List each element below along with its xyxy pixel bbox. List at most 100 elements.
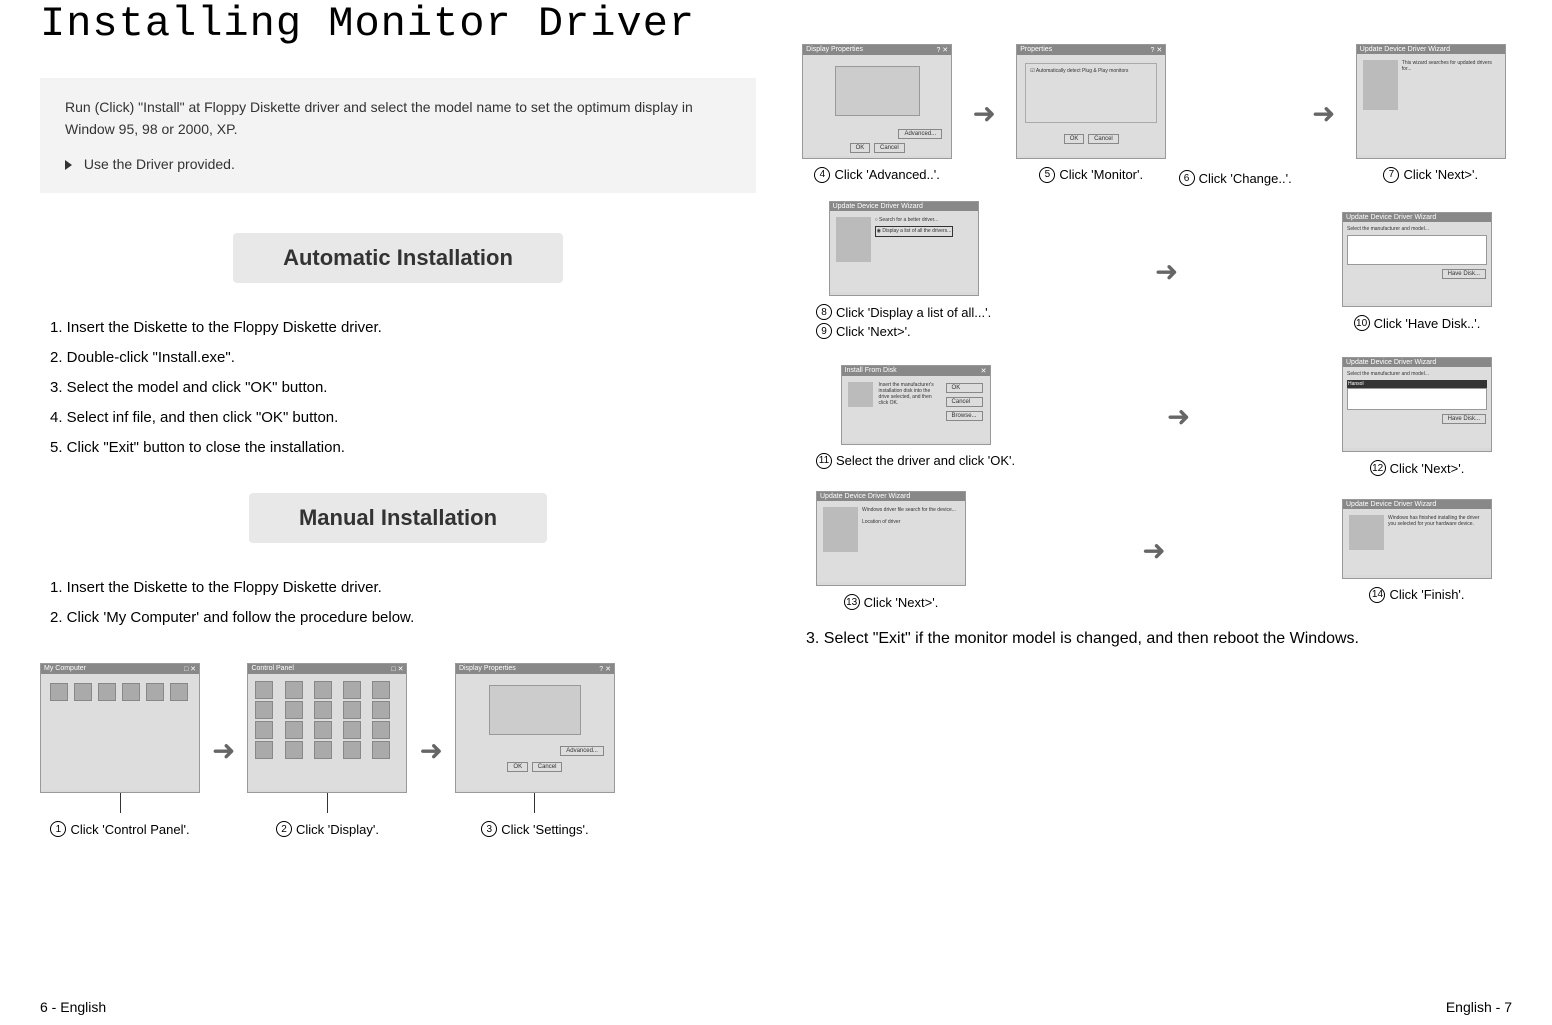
wizard-icon <box>1363 60 1398 110</box>
monitor-icon <box>835 66 920 116</box>
right-page: Display Properties? ✕ Advanced... OK Can… <box>796 0 1512 1025</box>
step-number: 10 <box>1354 315 1370 331</box>
caption: Click 'Next>'. <box>1390 461 1465 476</box>
step: 1. Insert the Diskette to the Floppy Dis… <box>50 573 756 603</box>
page-number-left: 6 - English <box>40 999 106 1015</box>
step-number: 9 <box>816 323 832 339</box>
folder-icon <box>122 683 140 701</box>
caption: Click 'Display a list of all...'. <box>836 305 991 320</box>
step: 5. Click "Exit" button to close the inst… <box>50 433 756 463</box>
shot-block-7: Update Device Driver Wizard This wizard … <box>1356 44 1506 183</box>
folder-icon <box>98 683 116 701</box>
folder-icon <box>170 683 188 701</box>
caption: Click 'Display'. <box>296 822 379 837</box>
shot-block-11: Install From Disk✕ Insert the manufactur… <box>816 365 1015 469</box>
screenshot-wizard-ready: Update Device Driver Wizard Windows driv… <box>816 491 966 586</box>
step: 3. Select the model and click "OK" butto… <box>50 373 756 403</box>
triangle-icon <box>65 160 72 170</box>
arrow-icon: ➜ <box>1151 255 1182 288</box>
step-number: 11 <box>816 453 832 469</box>
caption: Click 'Finish'. <box>1389 587 1464 602</box>
shot-block-10: Update Device Driver Wizard Select the m… <box>1342 212 1492 331</box>
caption: Click 'Have Disk..'. <box>1374 316 1481 331</box>
shot-block-6: 6 Click 'Change..'. <box>1179 40 1292 186</box>
shot-block-1: My Computer□ ✕ 1 <box>40 663 200 837</box>
folder-icon <box>146 683 164 701</box>
caption: Click 'Next>'. <box>836 324 911 339</box>
step-number: 8 <box>816 304 832 320</box>
screenshot-my-computer: My Computer□ ✕ <box>40 663 200 793</box>
caption: Click 'Change..'. <box>1199 171 1292 186</box>
arrow-icon: ➜ <box>208 734 239 767</box>
cpl-icon <box>255 681 273 699</box>
caption: Select the driver and click 'OK'. <box>836 453 1015 468</box>
screenshot-wizard-select-driver: Update Device Driver Wizard Select the m… <box>1342 357 1492 452</box>
shot-block-2: Control Panel□ ✕ 2 Click 'Display'. <box>247 663 407 837</box>
folder-icon <box>50 683 68 701</box>
shot-block-13: Update Device Driver Wizard Windows driv… <box>816 491 966 610</box>
screenshot-display-props-settings: Display Properties? ✕ Advanced... OK Can… <box>802 44 952 159</box>
monitor-icon <box>489 685 580 735</box>
left-page: Installing Monitor Driver Run (Click) "I… <box>40 0 756 1025</box>
shot-block-12: Update Device Driver Wizard Select the m… <box>1342 357 1492 476</box>
step: 2. Double-click "Install.exe". <box>50 343 756 373</box>
step-number: 4 <box>814 167 830 183</box>
page-number-right: English - 7 <box>1446 999 1512 1015</box>
caption: Click 'Settings'. <box>501 822 588 837</box>
section-header-manual: Manual Installation <box>40 493 756 543</box>
final-step: 3. Select "Exit" if the monitor model is… <box>796 630 1512 648</box>
screenshot-wizard-start: Update Device Driver Wizard This wizard … <box>1356 44 1506 159</box>
step-number: 12 <box>1370 460 1386 476</box>
step-number: 14 <box>1369 587 1385 603</box>
intro-line-2: Use the Driver provided. <box>65 153 731 175</box>
step: 2. Click 'My Computer' and follow the pr… <box>50 603 756 633</box>
shot-block-5: Properties? ✕ ☑ Automatically detect Plu… <box>1016 44 1166 183</box>
screenshot-advanced-properties: Properties? ✕ ☑ Automatically detect Plu… <box>1016 44 1166 159</box>
shot-block-4: Display Properties? ✕ Advanced... OK Can… <box>802 44 952 183</box>
intro-line-1: Run (Click) "Install" at Floppy Diskette… <box>65 96 731 141</box>
wizard-icon <box>1349 515 1384 550</box>
step-number: 7 <box>1383 167 1399 183</box>
manual-steps: 1. Insert the Diskette to the Floppy Dis… <box>40 573 756 633</box>
step-number: 3 <box>481 821 497 837</box>
shot-block-89: Update Device Driver Wizard ○ Search for… <box>816 201 991 342</box>
arrow-icon: ➜ <box>415 734 446 767</box>
intro-box: Run (Click) "Install" at Floppy Diskette… <box>40 78 756 193</box>
disk-icon <box>848 382 873 407</box>
automatic-steps: 1. Insert the Diskette to the Floppy Dis… <box>40 313 756 463</box>
caption: Click 'Next>'. <box>864 595 939 610</box>
screenshot-wizard-finish: Update Device Driver Wizard Windows has … <box>1342 499 1492 579</box>
arrow-icon: ➜ <box>968 97 999 130</box>
wizard-icon <box>836 217 871 262</box>
right-row-4: Update Device Driver Wizard Windows driv… <box>796 491 1512 610</box>
screenshot-control-panel: Control Panel□ ✕ <box>247 663 407 793</box>
shot-block-3: Display Properties? ✕ Advanced... OK Can… <box>455 663 615 837</box>
wizard-icon <box>823 507 858 552</box>
caption: Click 'Monitor'. <box>1059 167 1143 182</box>
arrow-icon: ➜ <box>1163 400 1194 433</box>
step-number: 5 <box>1039 167 1055 183</box>
screenshot-wizard-search: Update Device Driver Wizard ○ Search for… <box>829 201 979 296</box>
right-row-2: Update Device Driver Wizard ○ Search for… <box>796 201 1512 342</box>
right-row-3: Install From Disk✕ Insert the manufactur… <box>796 357 1512 476</box>
shot-block-14: Update Device Driver Wizard Windows has … <box>1342 499 1492 603</box>
caption: Click 'Control Panel'. <box>70 822 189 837</box>
caption: Click 'Next>'. <box>1403 167 1478 182</box>
step-number: 2 <box>276 821 292 837</box>
section-header-automatic: Automatic Installation <box>40 233 756 283</box>
step: 4. Select inf file, and then click "OK" … <box>50 403 756 433</box>
screenshot-install-from-disk: Install From Disk✕ Insert the manufactur… <box>841 365 991 445</box>
caption: Click 'Advanced..'. <box>834 167 939 182</box>
manual-screenshots-row-1: My Computer□ ✕ 1 <box>40 663 756 837</box>
arrow-icon: ➜ <box>1138 534 1169 567</box>
right-row-1: Display Properties? ✕ Advanced... OK Can… <box>796 40 1512 186</box>
step: 1. Insert the Diskette to the Floppy Dis… <box>50 313 756 343</box>
arrow-icon: ➜ <box>1308 97 1339 130</box>
screenshot-display-properties: Display Properties? ✕ Advanced... OK Can… <box>455 663 615 793</box>
step-number: 1 <box>50 821 66 837</box>
screenshot-wizard-models: Update Device Driver Wizard Select the m… <box>1342 212 1492 307</box>
step-number: 6 <box>1179 170 1195 186</box>
step-number: 13 <box>844 594 860 610</box>
page-title: Installing Monitor Driver <box>40 0 756 48</box>
folder-icon <box>74 683 92 701</box>
